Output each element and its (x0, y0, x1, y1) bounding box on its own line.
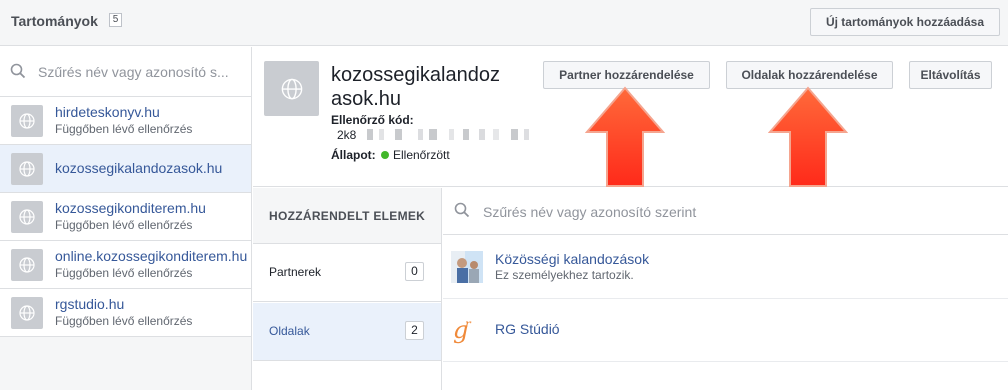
domain-thumbnail (11, 153, 43, 185)
domain-status: Függőben lévő ellenőrzés (55, 314, 193, 328)
domain-thumbnail (11, 297, 43, 329)
status-value: Ellenőrzött (393, 148, 450, 162)
category-label: Partnerek (269, 265, 322, 279)
globe-icon (19, 113, 35, 129)
rg-logo-icon: g r (451, 314, 483, 346)
asset-subtitle: Ez személyekhez tartozik. (495, 268, 634, 282)
page-avatar (451, 251, 483, 283)
domain-item-online-kozossegikonditerem[interactable]: online.kozossegikonditerem.hu Függőben l… (0, 241, 251, 289)
globe-icon (19, 305, 35, 321)
search-icon (454, 202, 470, 218)
verification-code-label: Ellenőrző kód: (331, 113, 414, 127)
asset-name: RG Stúdió (495, 321, 560, 337)
domain-item-hirdeteskonyv[interactable]: hirdeteskonyv.hu Függőben lévő ellenőrzé… (0, 97, 251, 145)
assign-partner-button[interactable]: Partner hozzárendelése (543, 61, 710, 89)
search-placeholder: Szűrés név vagy azonosító szerint (483, 204, 697, 220)
asset-row[interactable]: g r RG Stúdió (443, 299, 1008, 362)
globe-icon (19, 161, 35, 177)
domain-sidebar: Szűrés név vagy azonosító s... hirdetesk… (0, 47, 252, 390)
domain-status: Függőben lévő ellenőrzés (55, 266, 193, 280)
domain-title: kozossegikalandozasok.hu (331, 64, 500, 110)
assigned-items-header: HOZZÁRENDELT ELEMEK (253, 188, 441, 244)
category-label: Oldalak (269, 324, 310, 338)
domain-name: kozossegikonditerem.hu (55, 200, 206, 216)
arrow-up-icon (768, 86, 848, 187)
globe-icon (281, 78, 303, 100)
domain-item-kozossegikonditerem[interactable]: kozossegikonditerem.hu Függőben lévő ell… (0, 193, 251, 241)
add-domains-button[interactable]: Új tartományok hozzáadása (810, 8, 1000, 36)
asset-search-input[interactable]: Szűrés név vagy azonosító szerint (443, 188, 1008, 235)
assign-pages-button[interactable]: Oldalak hozzárendelése (726, 61, 893, 89)
asset-row[interactable]: Közösségi kalandozások Ez személyekhez t… (443, 236, 1008, 299)
domain-name: kozossegikalandozasok.hu (55, 160, 223, 176)
domain-item-rgstudio[interactable]: rgstudio.hu Függőben lévő ellenőrzés (0, 289, 251, 337)
domain-status: Függőben lévő ellenőrzés (55, 122, 193, 136)
page-title: Tartományok (11, 13, 98, 29)
remove-button[interactable]: Eltávolítás (909, 61, 992, 89)
category-count: 2 (405, 321, 424, 340)
domain-thumbnail (11, 201, 43, 233)
search-icon (10, 63, 26, 79)
globe-icon (19, 209, 35, 225)
domain-name: hirdeteskonyv.hu (55, 104, 160, 120)
category-pages[interactable]: Oldalak 2 (253, 303, 441, 361)
domain-search-input[interactable]: Szűrés név vagy azonosító s... (0, 47, 251, 97)
domain-name: online.kozossegikonditerem.hu (55, 248, 248, 264)
assigned-items-panel: HOZZÁRENDELT ELEMEK Partnerek 0 Oldalak … (253, 188, 442, 390)
domain-name: rgstudio.hu (55, 296, 125, 312)
verification-code: 2k8 (337, 128, 357, 142)
status-dot-icon (381, 151, 389, 159)
domain-thumbnail (11, 105, 43, 137)
asset-name: Közösségi kalandozások (495, 251, 650, 267)
category-partners[interactable]: Partnerek 0 (253, 244, 441, 302)
status-label: Állapot: (331, 148, 376, 162)
domain-status: Függőben lévő ellenőrzés (55, 218, 193, 232)
category-count: 0 (405, 262, 424, 281)
globe-icon (19, 257, 35, 273)
domain-item-kozossegikalandozasok[interactable]: kozossegikalandozasok.hu (0, 145, 251, 193)
domain-thumbnail (11, 249, 43, 281)
page-header: Tartományok 5 Új tartományok hozzáadása (0, 0, 1008, 46)
arrow-up-icon (585, 86, 665, 187)
search-placeholder: Szűrés név vagy azonosító s... (38, 64, 229, 80)
domain-count-badge: 5 (109, 13, 122, 27)
domain-thumbnail-large (264, 61, 319, 116)
